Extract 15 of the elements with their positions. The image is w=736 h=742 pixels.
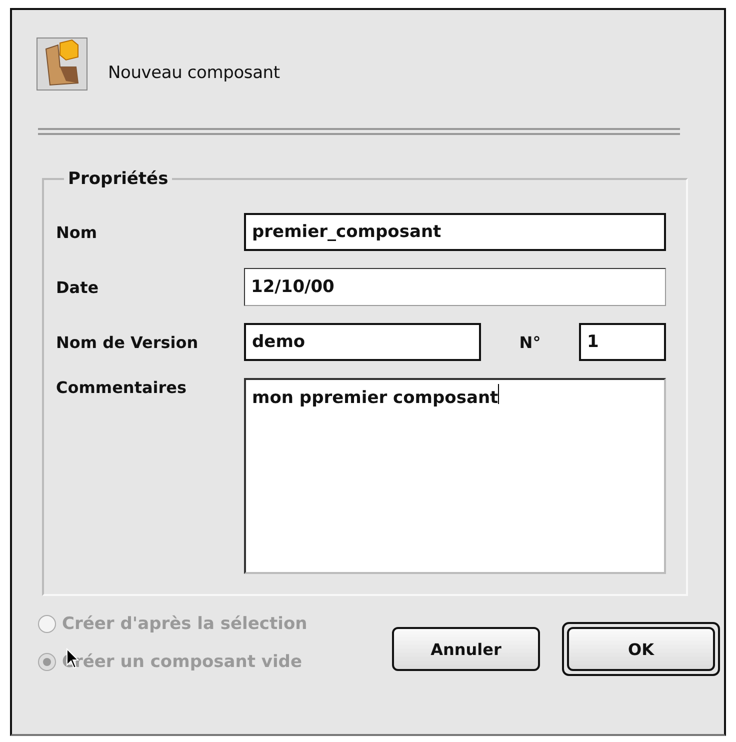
- field-label: Nom de Version: [56, 332, 200, 352]
- field-label: Nom: [56, 222, 98, 242]
- date-field[interactable]: 12/10/00: [244, 268, 666, 306]
- dialog-title: Nouveau composant: [108, 63, 280, 83]
- group-legend: Propriétés: [64, 169, 172, 189]
- component-icon: [36, 37, 88, 91]
- version-field[interactable]: demo: [244, 323, 481, 361]
- cancel-button[interactable]: Annuler: [392, 627, 540, 671]
- number-label: N°: [518, 332, 542, 352]
- comments-field[interactable]: mon ppremier composant: [244, 378, 666, 574]
- field-label: Date: [56, 278, 100, 296]
- name-field[interactable]: premier_composant: [244, 213, 666, 251]
- number-field[interactable]: 1: [579, 323, 666, 361]
- ok-button[interactable]: OK: [567, 627, 715, 671]
- field-label: Commentaires: [56, 378, 188, 397]
